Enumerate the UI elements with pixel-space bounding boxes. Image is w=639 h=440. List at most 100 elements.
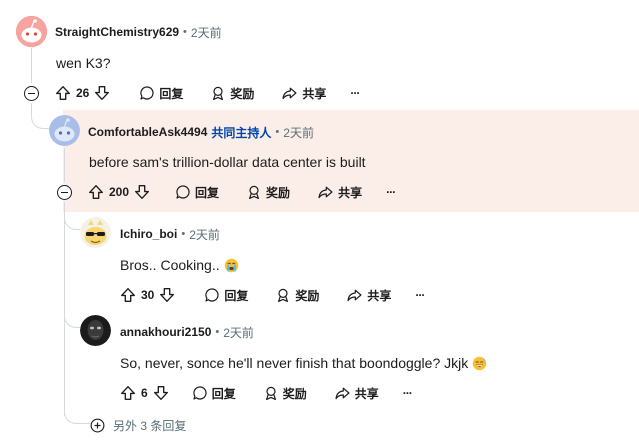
comment-bubble-icon (192, 385, 208, 401)
more-options-button[interactable]: ··· (402, 381, 413, 405)
comment-body: So, never, sonce he'll never finish that… (120, 354, 487, 372)
comment-body: Bros.. Cooking.. (120, 256, 239, 274)
cartoon-avatar-icon (80, 217, 111, 248)
award-button[interactable]: 奖励 (263, 381, 307, 405)
vote-score: 200 (109, 185, 130, 199)
avatar[interactable] (80, 217, 111, 248)
downvote-icon[interactable] (93, 84, 111, 102)
reply-label: 回复 (159, 86, 184, 101)
more-options-button[interactable]: ··· (386, 180, 396, 204)
timestamp[interactable]: 2天前 (223, 324, 254, 341)
thread-line-2 (64, 148, 65, 182)
comment-header: Ichiro_boi • 2天前 (120, 226, 220, 242)
comment-actions: 200 回复 奖励 共享 ··· (87, 180, 396, 204)
share-icon (334, 385, 351, 401)
more-replies-label: 另外 3 条回复 (113, 418, 187, 433)
vote-group: 26 (54, 81, 111, 105)
upvote-icon[interactable] (87, 183, 105, 201)
vote-score: 30 (141, 288, 155, 302)
share-button[interactable]: 共享 (334, 381, 379, 405)
downvote-icon[interactable] (158, 286, 176, 304)
thread-line-1 (31, 48, 32, 83)
author-name[interactable]: Ichiro_boi (120, 227, 177, 241)
more-options-icon: ··· (402, 386, 413, 400)
reply-button[interactable]: 回复 (204, 283, 248, 307)
comment-actions: 30 回复 奖励 共享 ··· (119, 283, 425, 307)
thread-curve-2c (64, 400, 90, 424)
award-icon (263, 385, 279, 401)
timestamp[interactable]: 2天前 (283, 124, 314, 141)
upvote-icon[interactable] (119, 384, 137, 402)
separator-dot: • (275, 126, 280, 138)
comment-bubble-icon (139, 85, 155, 101)
downvote-icon[interactable] (152, 384, 170, 402)
reply-label: 回复 (224, 288, 249, 303)
award-label: 奖励 (230, 86, 255, 101)
comment-header: StraightChemistry629 • 2天前 (55, 24, 222, 40)
more-options-icon: ··· (386, 185, 396, 199)
more-options-button[interactable]: ··· (350, 81, 360, 105)
comment-bubble-icon (204, 287, 220, 303)
vote-score: 26 (76, 86, 90, 100)
thread-curve-1 (31, 103, 49, 129)
avatar[interactable] (80, 315, 111, 346)
crying-face-icon (224, 258, 239, 273)
separator-dot: • (215, 326, 220, 338)
award-button[interactable]: 奖励 (246, 180, 290, 204)
reply-button[interactable]: 回复 (192, 381, 236, 405)
reply-label: 回复 (195, 185, 220, 200)
reply-label: 回复 (211, 386, 236, 401)
timestamp[interactable]: 2天前 (191, 24, 222, 41)
comment-text: before sam's trillion-dollar data center… (89, 154, 366, 170)
vote-group: 30 (119, 283, 176, 307)
separator-dot: • (183, 26, 187, 38)
collapse-thread-button[interactable] (24, 86, 39, 101)
more-replies-link[interactable]: 另外 3 条回复 (90, 416, 186, 434)
award-button[interactable]: 奖励 (275, 283, 319, 307)
award-icon (210, 85, 226, 101)
share-icon (346, 287, 363, 303)
thread-curve-2b (64, 304, 80, 328)
comment-bubble-icon (175, 184, 191, 200)
avatar[interactable] (16, 16, 47, 47)
reply-button[interactable]: 回复 (139, 81, 183, 105)
share-button[interactable]: 共享 (281, 81, 326, 105)
downvote-icon[interactable] (133, 183, 151, 201)
expand-plus-icon (90, 418, 105, 433)
author-name[interactable]: ComfortableAsk4494 (88, 125, 207, 139)
comment-header: annakhouri2150 • 2天前 (120, 324, 254, 340)
comment-text: Bros.. Cooking.. (120, 257, 220, 273)
timestamp[interactable]: 2天前 (189, 226, 220, 243)
snoo-avatar-icon (16, 16, 47, 47)
thread-curve-2a (64, 206, 80, 230)
sweat-smile-icon (472, 356, 487, 371)
share-label: 共享 (302, 86, 327, 101)
author-name[interactable]: StraightChemistry629 (55, 25, 179, 39)
author-name[interactable]: annakhouri2150 (120, 325, 211, 339)
award-label: 奖励 (295, 288, 320, 303)
snoo-avatar-icon (49, 115, 80, 146)
comment-text: So, never, sonce he'll never finish that… (120, 355, 469, 371)
avatar[interactable] (49, 115, 80, 146)
vote-group: 200 (87, 180, 151, 204)
share-label: 共享 (338, 185, 363, 200)
award-icon (275, 287, 291, 303)
separator-dot: • (181, 228, 186, 240)
share-icon (281, 85, 298, 101)
upvote-icon[interactable] (54, 84, 72, 102)
more-options-icon: ··· (415, 288, 425, 302)
moderator-badge: 共同主持人 (211, 125, 272, 140)
more-options-button[interactable]: ··· (415, 283, 425, 307)
upvote-icon[interactable] (119, 286, 137, 304)
comment-text: wen K3? (56, 55, 111, 71)
dark-photo-avatar-icon (80, 315, 111, 346)
award-button[interactable]: 奖励 (210, 81, 254, 105)
share-button[interactable]: 共享 (317, 180, 362, 204)
reply-button[interactable]: 回复 (175, 180, 219, 204)
collapse-thread-button[interactable] (57, 185, 72, 200)
share-button[interactable]: 共享 (346, 283, 391, 307)
share-icon (317, 184, 334, 200)
comment-body: before sam's trillion-dollar data center… (89, 153, 366, 171)
award-label: 奖励 (282, 386, 307, 401)
vote-score: 6 (141, 386, 148, 400)
